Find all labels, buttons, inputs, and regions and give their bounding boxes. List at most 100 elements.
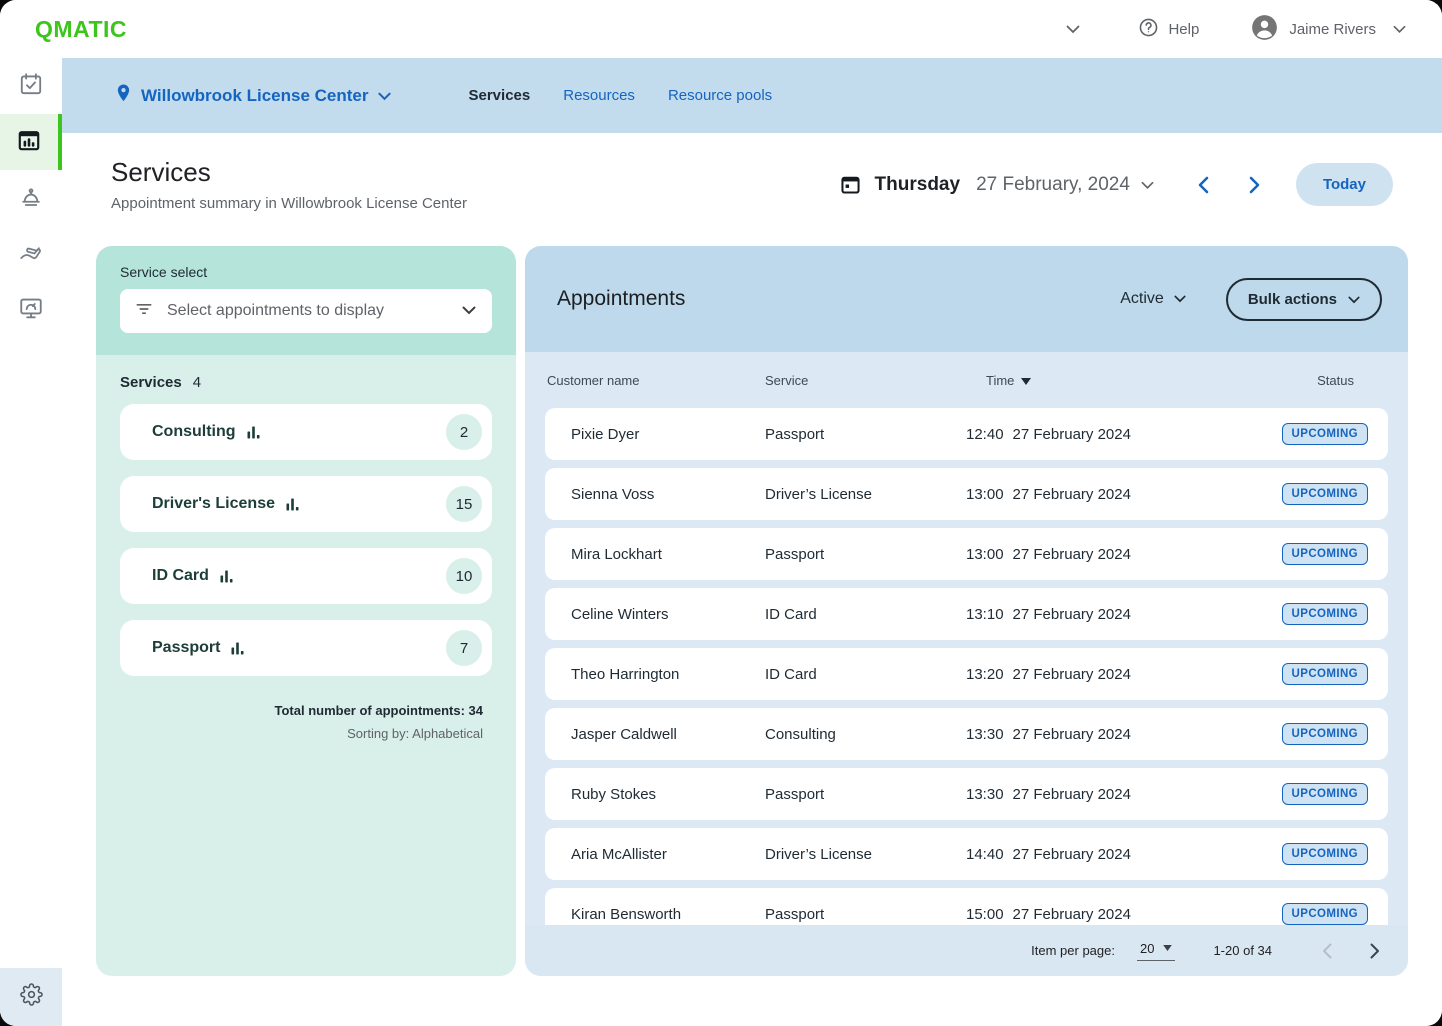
calendar-icon <box>839 173 862 196</box>
sidebar-item-dashboard[interactable] <box>0 282 62 338</box>
help-label: Help <box>1168 21 1199 38</box>
monitor-gauge-icon <box>18 295 44 326</box>
service-name: Driver's License <box>152 495 275 513</box>
table-header: Customer name Service Time Status <box>525 352 1408 408</box>
service-card[interactable]: Driver's License 15 <box>120 476 492 532</box>
service-cards: Consulting 2 Driver's License <box>120 404 492 676</box>
user-menu[interactable]: Jaime Rivers <box>1251 14 1406 45</box>
service-totals: Total number of appointments: 34 Sorting… <box>120 703 492 741</box>
service-card[interactable]: Consulting 2 <box>120 404 492 460</box>
branch-selector[interactable]: Willowbrook License Center <box>115 83 391 108</box>
total-appointments-label: Total number of appointments: 34 <box>120 703 483 718</box>
gear-icon <box>20 983 43 1011</box>
status-cell: UPCOMING <box>1282 663 1368 685</box>
services-list-count: 4 <box>193 374 201 391</box>
next-day-button[interactable] <box>1245 172 1264 198</box>
column-status: Status <box>1317 373 1354 388</box>
status-badge: UPCOMING <box>1282 483 1368 505</box>
page-title: Services <box>111 157 467 188</box>
previous-page-button[interactable] <box>1318 939 1336 963</box>
branch-chevron-down-icon <box>378 86 391 106</box>
status-cell: UPCOMING <box>1282 603 1368 625</box>
appointments-list: Pixie Dyer Passport 12:40 27 February 20… <box>525 408 1408 976</box>
status-badge: UPCOMING <box>1282 423 1368 445</box>
items-per-page-select[interactable]: 20 <box>1137 941 1175 961</box>
bulk-actions-button[interactable]: Bulk actions <box>1226 278 1382 321</box>
previous-day-button[interactable] <box>1194 172 1213 198</box>
filter-icon <box>134 299 154 324</box>
customer-name-cell: Ruby Stokes <box>571 786 765 803</box>
top-bar: QMATIC Help Jaime Rivers <box>0 0 1442 58</box>
date-chevron-down-icon <box>1141 174 1154 196</box>
time-cell: 13:00 27 February 2024 <box>966 486 1282 503</box>
appointment-row[interactable]: Theo Harrington ID Card 13:20 27 Februar… <box>545 648 1388 700</box>
status-filter-dropdown[interactable]: Active <box>1120 290 1186 308</box>
appointment-row[interactable]: Ruby Stokes Passport 13:30 27 February 2… <box>545 768 1388 820</box>
date-selector[interactable]: 27 February, 2024 <box>976 174 1154 196</box>
service-cell: Driver’s License <box>765 846 966 863</box>
time-cell: 15:00 27 February 2024 <box>966 906 1282 923</box>
status-badge: UPCOMING <box>1282 663 1368 685</box>
appointment-row[interactable]: Pixie Dyer Passport 12:40 27 February 20… <box>545 408 1388 460</box>
date-controls: Thursday 27 February, 2024 <box>839 163 1393 206</box>
appointment-row[interactable]: Sienna Voss Driver’s License 13:00 27 Fe… <box>545 468 1388 520</box>
service-cell: Passport <box>765 426 966 443</box>
select-chevron-down-icon <box>462 302 476 320</box>
location-pin-icon <box>115 83 132 108</box>
sidebar-item-service-bell[interactable] <box>0 170 62 226</box>
sorting-label: Sorting by: Alphabetical <box>120 726 483 741</box>
appointment-row[interactable]: Aria McAllister Driver’s License 14:40 2… <box>545 828 1388 880</box>
customer-name-cell: Jasper Caldwell <box>571 726 765 743</box>
status-cell: UPCOMING <box>1282 843 1368 865</box>
status-cell: UPCOMING <box>1282 423 1368 445</box>
time-cell: 13:20 27 February 2024 <box>966 666 1282 683</box>
customer-name-cell: Theo Harrington <box>571 666 765 683</box>
appointment-row[interactable]: Mira Lockhart Passport 13:00 27 February… <box>545 528 1388 580</box>
page-titles: Services Appointment summary in Willowbr… <box>111 157 467 212</box>
app-window: QMATIC Help Jaime Rivers <box>0 0 1442 1026</box>
column-customer-name: Customer name <box>547 373 765 388</box>
services-list-title: Services <box>120 374 182 391</box>
help-button[interactable]: Help <box>1138 17 1199 42</box>
sidebar-settings[interactable] <box>0 968 62 1026</box>
service-cell: Passport <box>765 546 966 563</box>
tab-services[interactable]: Services <box>469 87 531 104</box>
today-button[interactable]: Today <box>1296 163 1393 206</box>
items-per-page-label: Item per page: <box>1031 943 1115 958</box>
customer-name-cell: Sienna Voss <box>571 486 765 503</box>
appointment-row[interactable]: Jasper Caldwell Consulting 13:30 27 Febr… <box>545 708 1388 760</box>
service-count-badge: 10 <box>446 558 482 594</box>
pagination-range: 1-20 of 34 <box>1213 943 1272 958</box>
service-card[interactable]: ID Card 10 <box>120 548 492 604</box>
service-cell: Passport <box>765 906 966 923</box>
service-cell: Driver’s License <box>765 486 966 503</box>
next-page-button[interactable] <box>1366 939 1384 963</box>
sidebar-item-serve[interactable] <box>0 226 62 282</box>
help-icon <box>1138 17 1159 42</box>
service-select-dropdown[interactable]: Select appointments to display <box>120 289 492 333</box>
page-subtitle: Appointment summary in Willowbrook Licen… <box>111 195 467 212</box>
column-time-sort[interactable]: Time <box>986 373 1317 388</box>
status-cell: UPCOMING <box>1282 723 1368 745</box>
service-select-placeholder: Select appointments to display <box>167 302 449 320</box>
sidebar-item-appointment-summary[interactable] <box>0 114 62 170</box>
topbar-chevron-down-icon[interactable] <box>1066 25 1080 34</box>
tab-resource-pools[interactable]: Resource pools <box>668 87 772 104</box>
bar-chart-icon <box>220 570 234 583</box>
status-badge: UPCOMING <box>1282 903 1368 925</box>
service-name: Consulting <box>152 423 236 441</box>
date-value: 27 February, 2024 <box>976 174 1130 196</box>
service-cell: ID Card <box>765 606 966 623</box>
sidebar-item-appointments[interactable] <box>0 58 62 114</box>
status-cell: UPCOMING <box>1282 783 1368 805</box>
topbar-right: Help Jaime Rivers <box>1066 14 1406 45</box>
service-name: Passport <box>152 639 220 657</box>
appointment-row[interactable]: Celine Winters ID Card 13:10 27 February… <box>545 588 1388 640</box>
appointments-panel: Appointments Active Bulk actions <box>525 246 1408 976</box>
customer-name-cell: Mira Lockhart <box>571 546 765 563</box>
service-select-label: Service select <box>120 264 492 280</box>
time-cell: 13:30 27 February 2024 <box>966 786 1282 803</box>
service-card[interactable]: Passport 7 <box>120 620 492 676</box>
time-cell: 14:40 27 February 2024 <box>966 846 1282 863</box>
tab-resources[interactable]: Resources <box>563 87 635 104</box>
